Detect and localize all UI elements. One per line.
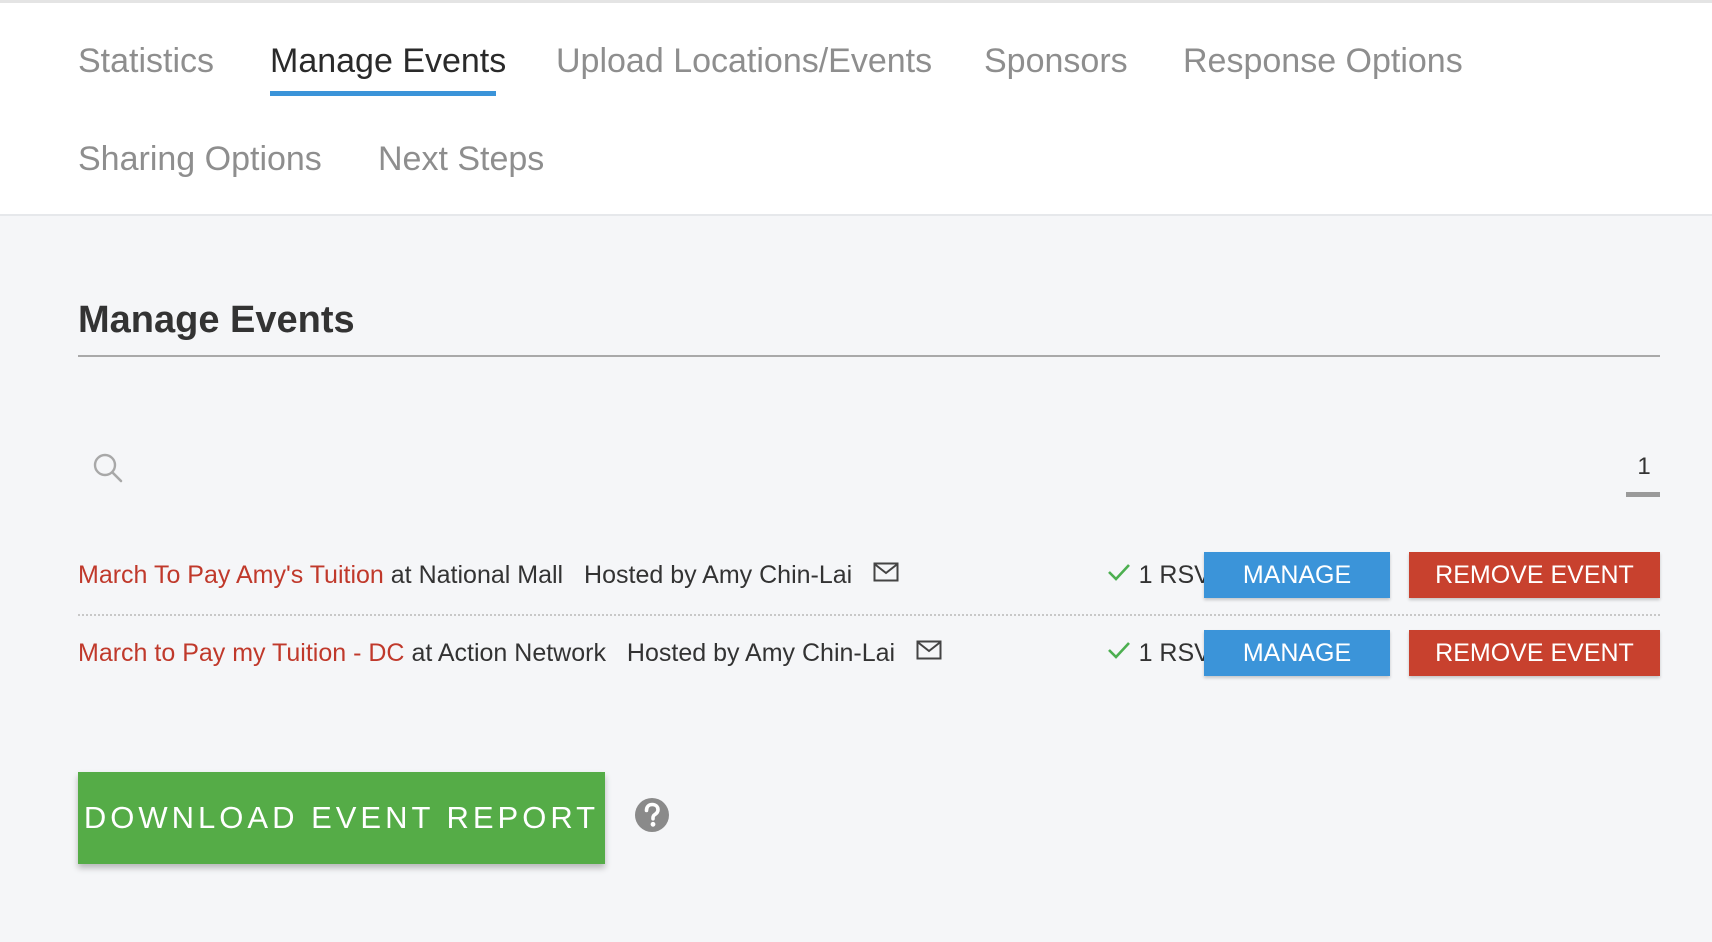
- event-host: Hosted by Amy Chin-Lai: [626, 639, 896, 667]
- check-icon: [1107, 549, 1131, 599]
- tab-manage-events[interactable]: Manage Events: [270, 41, 506, 81]
- manage-button[interactable]: MANAGE: [1204, 552, 1390, 598]
- remove-event-button[interactable]: REMOVE EVENT: [1409, 552, 1660, 598]
- event-host: Hosted by Amy Chin-Lai: [584, 561, 853, 589]
- event-name-link[interactable]: March to Pay my Tuition - DC: [78, 639, 404, 667]
- active-tab-underline: [270, 91, 496, 96]
- download-event-report-button[interactable]: DOWNLOAD EVENT REPORT: [78, 772, 605, 864]
- check-icon: [1107, 627, 1131, 677]
- envelope-icon[interactable]: [916, 627, 942, 677]
- remove-event-button[interactable]: REMOVE EVENT: [1409, 630, 1660, 676]
- top-navigation: Statistics Manage Events Upload Location…: [0, 0, 1712, 216]
- pagination-current-indicator: [1626, 492, 1660, 497]
- page-title: Manage Events: [78, 299, 355, 341]
- tab-sponsors[interactable]: Sponsors: [984, 41, 1128, 81]
- event-location: at National Mall: [390, 561, 564, 589]
- event-name-link[interactable]: March To Pay Amy's Tuition: [78, 561, 384, 589]
- question-circle-icon[interactable]: [634, 797, 670, 833]
- tab-statistics[interactable]: Statistics: [78, 41, 214, 81]
- tab-next-steps[interactable]: Next Steps: [378, 139, 544, 179]
- title-divider: [78, 355, 1660, 357]
- row-divider: [78, 614, 1660, 616]
- event-row: March to Pay my Tuition - DC at Action N…: [78, 628, 1660, 678]
- event-location: at Action Network: [411, 639, 606, 667]
- search-icon[interactable]: [92, 452, 124, 484]
- event-row: March To Pay Amy's Tuition at National M…: [78, 550, 1660, 600]
- tab-upload-locations-events[interactable]: Upload Locations/Events: [556, 41, 932, 81]
- envelope-icon[interactable]: [873, 549, 899, 599]
- manage-button[interactable]: MANAGE: [1204, 630, 1390, 676]
- tab-sharing-options[interactable]: Sharing Options: [78, 139, 322, 179]
- tab-response-options[interactable]: Response Options: [1183, 41, 1463, 81]
- pagination-page-1[interactable]: 1: [1626, 449, 1662, 485]
